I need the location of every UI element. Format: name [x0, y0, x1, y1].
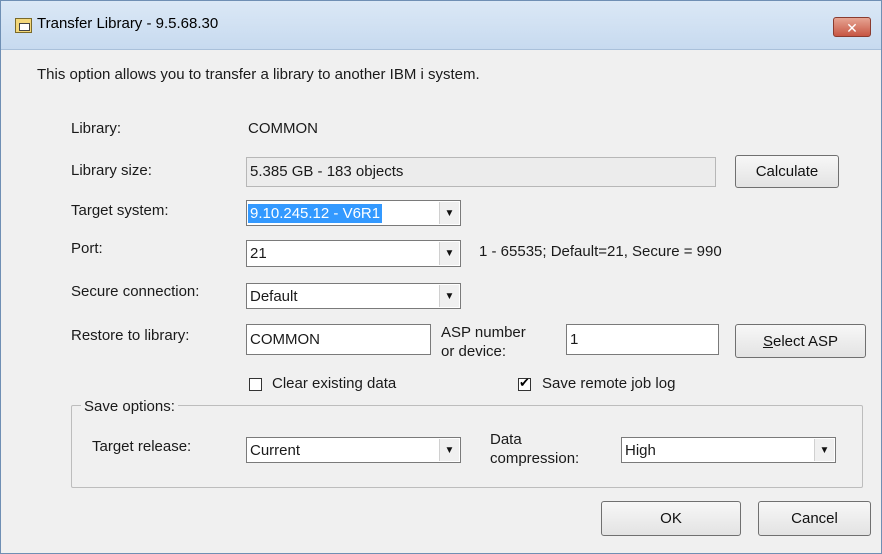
save-remote-job-log-label[interactable]: Save remote job log	[542, 375, 675, 392]
port-hint: 1 - 65535; Default=21, Secure = 990	[479, 243, 722, 260]
data-compression-label-line1: Data	[490, 431, 522, 448]
target-release-value: Current	[250, 442, 301, 459]
dropdown-arrow-icon[interactable]: ▼	[814, 439, 834, 461]
dropdown-arrow-icon[interactable]: ▼	[439, 202, 459, 224]
library-transfer-icon	[15, 18, 32, 33]
restore-to-library-input[interactable]: COMMON	[246, 324, 431, 355]
restore-to-library-label: Restore to library:	[71, 327, 190, 344]
secure-connection-label: Secure connection:	[71, 283, 200, 300]
title-bar[interactable]: Transfer Library - 9.5.68.30 ✕	[1, 1, 881, 50]
target-release-dropdown[interactable]: Current ▼	[246, 437, 461, 463]
asp-number-value: 1	[570, 331, 579, 348]
select-asp-label: Select ASP	[762, 332, 839, 350]
window-title: Transfer Library - 9.5.68.30	[37, 15, 219, 32]
clear-existing-data-label[interactable]: Clear existing data	[272, 375, 396, 392]
port-label: Port:	[71, 240, 103, 257]
asp-label-line2: or device:	[441, 343, 507, 360]
dropdown-arrow-icon[interactable]: ▼	[439, 285, 459, 307]
close-button[interactable]: ✕	[833, 17, 871, 37]
checkmark-icon: ✔	[519, 375, 530, 390]
library-size-value: 5.385 GB - 183 objects	[250, 163, 404, 180]
save-options-title: Save options:	[81, 398, 178, 415]
clear-existing-data-checkbox[interactable]	[249, 378, 262, 391]
dialog-body: This option allows you to transfer a lib…	[9, 50, 873, 548]
target-system-dropdown[interactable]: 9.10.245.12 - V6R1 ▼	[246, 200, 461, 226]
asp-number-input[interactable]: 1	[566, 324, 719, 355]
select-asp-button[interactable]: Select ASP	[735, 324, 866, 358]
cancel-button[interactable]: Cancel	[758, 501, 871, 536]
asp-label-line1: ASP number	[441, 324, 526, 341]
calculate-button[interactable]: Calculate	[735, 155, 839, 188]
data-compression-label-line2: compression:	[490, 450, 580, 467]
target-release-label: Target release:	[92, 438, 192, 455]
data-compression-dropdown[interactable]: High ▼	[621, 437, 836, 463]
port-value: 21	[250, 245, 267, 262]
library-size-label: Library size:	[71, 162, 152, 179]
target-system-label: Target system:	[71, 202, 169, 219]
dropdown-arrow-icon[interactable]: ▼	[439, 439, 459, 461]
secure-connection-dropdown[interactable]: Default ▼	[246, 283, 461, 309]
dropdown-arrow-icon[interactable]: ▼	[439, 242, 459, 265]
library-label: Library:	[71, 120, 122, 137]
save-remote-job-log-checkbox[interactable]: ✔	[518, 375, 531, 391]
port-dropdown[interactable]: 21 ▼	[246, 240, 461, 267]
transfer-library-dialog: Transfer Library - 9.5.68.30 ✕ This opti…	[0, 0, 882, 554]
intro-text: This option allows you to transfer a lib…	[37, 66, 480, 83]
ok-button[interactable]: OK	[601, 501, 741, 536]
target-system-value: 9.10.245.12 - V6R1	[248, 204, 383, 223]
data-compression-value: High	[625, 442, 656, 459]
library-size-field: 5.385 GB - 183 objects	[246, 157, 716, 187]
secure-connection-value: Default	[250, 288, 298, 305]
library-value: COMMON	[248, 120, 318, 137]
restore-to-library-value: COMMON	[250, 331, 320, 348]
